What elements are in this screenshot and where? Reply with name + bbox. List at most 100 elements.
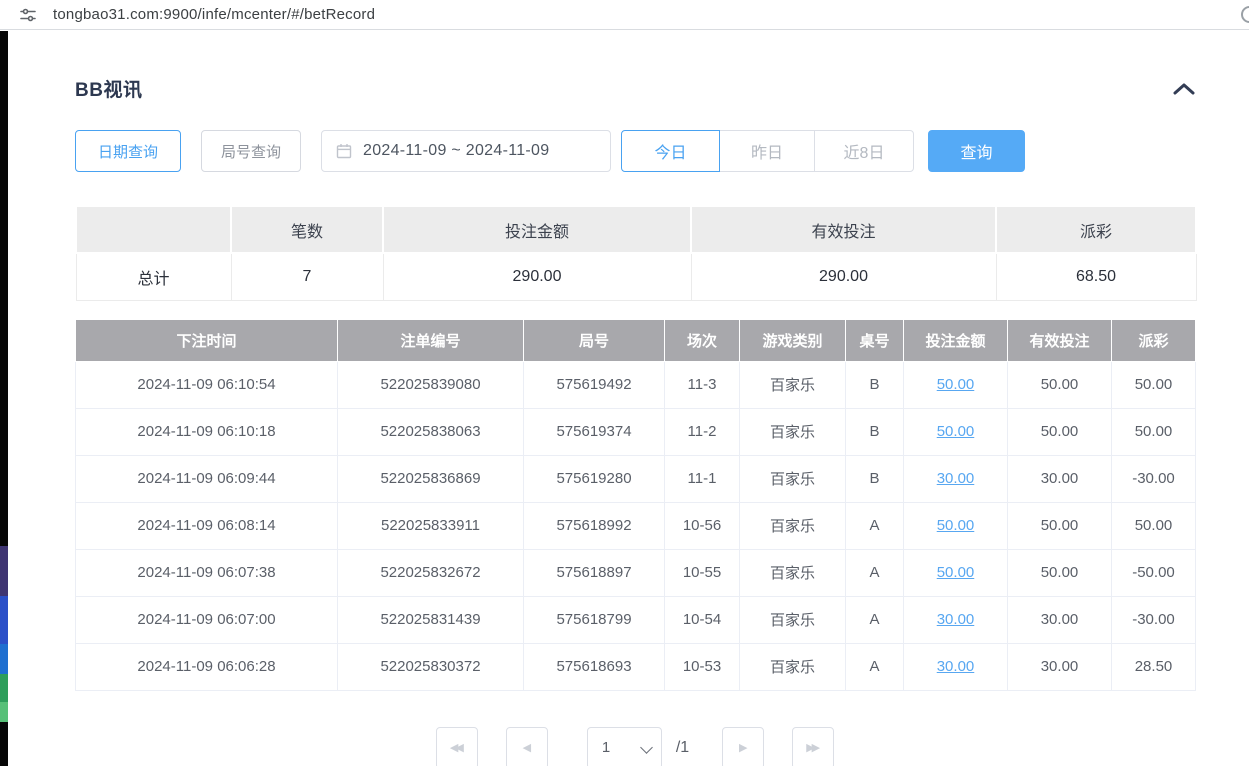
summary-table: 笔数 投注金额 有效投注 派彩 总计 7 290.00 290.00 68.50 bbox=[75, 205, 1197, 301]
payout-cell: 28.50 bbox=[1112, 643, 1196, 690]
strip-color-block bbox=[0, 546, 8, 596]
summary-header-payout: 派彩 bbox=[996, 206, 1196, 253]
browser-address-bar[interactable]: tongbao31.com:9900/infe/mcenter/#/betRec… bbox=[0, 0, 1249, 30]
table-row: 2024-11-09 06:10:18 522025838063 5756193… bbox=[76, 408, 1196, 455]
pagination: ◀◀ ◀ 1 /1 ▶ ▶▶ bbox=[75, 727, 1195, 766]
strip-color-block bbox=[0, 644, 8, 674]
round-id-cell: 575619280 bbox=[524, 455, 665, 502]
bet-amount-cell: 50.00 bbox=[904, 408, 1008, 455]
summary-header-row: 笔数 投注金额 有效投注 派彩 bbox=[76, 206, 1196, 253]
bet-time-cell: 2024-11-09 06:07:38 bbox=[76, 549, 338, 596]
payout-cell: -30.00 bbox=[1112, 596, 1196, 643]
screen: tongbao31.com:9900/infe/mcenter/#/betRec… bbox=[0, 0, 1249, 766]
table-row: 2024-11-09 06:10:54 522025839080 5756194… bbox=[76, 361, 1196, 408]
round-id-cell: 575619492 bbox=[524, 361, 665, 408]
page: BB视讯 日期查询 局号查询 bbox=[0, 31, 1249, 766]
summary-header-bet-amount: 投注金额 bbox=[383, 206, 691, 253]
payout-cell: 50.00 bbox=[1112, 502, 1196, 549]
date-range-input[interactable]: 2024-11-09 ~ 2024-11-09 bbox=[321, 130, 611, 172]
date-query-button[interactable]: 日期查询 bbox=[75, 130, 181, 172]
bet-amount-link[interactable]: 50.00 bbox=[937, 376, 975, 393]
strip-color-block bbox=[0, 596, 8, 644]
summary-header-empty bbox=[76, 206, 231, 253]
round-id-cell: 575619374 bbox=[524, 408, 665, 455]
session-cell: 11-1 bbox=[665, 455, 740, 502]
next-page-button[interactable]: ▶ bbox=[722, 727, 764, 766]
bet-amount-cell: 50.00 bbox=[904, 549, 1008, 596]
valid-bet-cell: 30.00 bbox=[1008, 596, 1112, 643]
order-id-cell: 522025831439 bbox=[338, 596, 524, 643]
prev-page-button[interactable]: ◀ bbox=[506, 727, 548, 766]
bet-time-cell: 2024-11-09 06:08:14 bbox=[76, 502, 338, 549]
round-id-cell: 575618799 bbox=[524, 596, 665, 643]
summary-total-label: 总计 bbox=[76, 253, 231, 300]
valid-bet-cell: 50.00 bbox=[1008, 361, 1112, 408]
header-session: 场次 bbox=[665, 319, 740, 361]
page-select-wrapper: 1 bbox=[587, 727, 662, 766]
valid-bet-cell: 30.00 bbox=[1008, 455, 1112, 502]
table-row: 2024-11-09 06:07:00 522025831439 5756187… bbox=[76, 596, 1196, 643]
order-id-cell: 522025832672 bbox=[338, 549, 524, 596]
payout-cell: 50.00 bbox=[1112, 361, 1196, 408]
strip-color-block bbox=[0, 674, 8, 702]
header-game-type: 游戏类别 bbox=[740, 319, 846, 361]
summary-payout-value: 68.50 bbox=[996, 253, 1196, 300]
session-cell: 10-55 bbox=[665, 549, 740, 596]
bet-time-cell: 2024-11-09 06:07:00 bbox=[76, 596, 338, 643]
bet-amount-cell: 50.00 bbox=[904, 361, 1008, 408]
last-page-button[interactable]: ▶▶ bbox=[792, 727, 834, 766]
header-payout: 派彩 bbox=[1112, 319, 1196, 361]
bet-amount-link[interactable]: 30.00 bbox=[937, 658, 975, 675]
browser-partial-icon bbox=[1241, 6, 1249, 23]
payout-cell: 50.00 bbox=[1112, 408, 1196, 455]
last-8-days-button[interactable]: 近8日 bbox=[814, 130, 914, 172]
table-code-cell: B bbox=[846, 408, 904, 455]
table-code-cell: A bbox=[846, 549, 904, 596]
bet-time-cell: 2024-11-09 06:10:54 bbox=[76, 361, 338, 408]
background-strip bbox=[0, 31, 8, 766]
bet-amount-link[interactable]: 50.00 bbox=[937, 423, 975, 440]
first-page-button[interactable]: ◀◀ bbox=[436, 727, 478, 766]
table-row: 2024-11-09 06:08:14 522025833911 5756189… bbox=[76, 502, 1196, 549]
order-id-cell: 522025833911 bbox=[338, 502, 524, 549]
bet-amount-cell: 30.00 bbox=[904, 455, 1008, 502]
page-select[interactable]: 1 bbox=[587, 727, 662, 766]
valid-bet-cell: 50.00 bbox=[1008, 408, 1112, 455]
bet-time-cell: 2024-11-09 06:06:28 bbox=[76, 643, 338, 690]
bet-amount-link[interactable]: 30.00 bbox=[937, 470, 975, 487]
valid-bet-cell: 30.00 bbox=[1008, 643, 1112, 690]
table-code-cell: B bbox=[846, 455, 904, 502]
table-row: 2024-11-09 06:07:38 522025832672 5756188… bbox=[76, 549, 1196, 596]
strip-color-block bbox=[0, 702, 8, 722]
round-id-cell: 575618992 bbox=[524, 502, 665, 549]
game-type-cell: 百家乐 bbox=[740, 408, 846, 455]
today-button[interactable]: 今日 bbox=[621, 130, 720, 172]
bet-amount-link[interactable]: 50.00 bbox=[937, 564, 975, 581]
header-round-id: 局号 bbox=[524, 319, 665, 361]
header-table-code: 桌号 bbox=[846, 319, 904, 361]
filter-bar: 日期查询 局号查询 2024-11-09 ~ 2024-11-09 今日 bbox=[75, 130, 1195, 172]
site-settings-icon[interactable] bbox=[20, 7, 36, 23]
order-id-cell: 522025838063 bbox=[338, 408, 524, 455]
order-id-cell: 522025830372 bbox=[338, 643, 524, 690]
game-type-cell: 百家乐 bbox=[740, 549, 846, 596]
summary-header-valid-bet: 有效投注 bbox=[691, 206, 996, 253]
game-type-cell: 百家乐 bbox=[740, 643, 846, 690]
bet-amount-link[interactable]: 30.00 bbox=[937, 611, 975, 628]
yesterday-button[interactable]: 昨日 bbox=[719, 130, 815, 172]
summary-total-row: 总计 7 290.00 290.00 68.50 bbox=[76, 253, 1196, 300]
bet-amount-link[interactable]: 50.00 bbox=[937, 517, 975, 534]
search-button[interactable]: 查询 bbox=[928, 130, 1025, 172]
collapse-chevron-up-icon[interactable] bbox=[1173, 83, 1195, 95]
session-cell: 10-56 bbox=[665, 502, 740, 549]
header-bet-amount: 投注金额 bbox=[904, 319, 1008, 361]
session-cell: 11-3 bbox=[665, 361, 740, 408]
session-cell: 11-2 bbox=[665, 408, 740, 455]
summary-header-count: 笔数 bbox=[231, 206, 383, 253]
game-type-cell: 百家乐 bbox=[740, 361, 846, 408]
table-code-cell: A bbox=[846, 643, 904, 690]
bet-amount-cell: 30.00 bbox=[904, 643, 1008, 690]
total-pages-label: /1 bbox=[676, 739, 689, 757]
round-query-button[interactable]: 局号查询 bbox=[201, 130, 301, 172]
game-type-cell: 百家乐 bbox=[740, 455, 846, 502]
